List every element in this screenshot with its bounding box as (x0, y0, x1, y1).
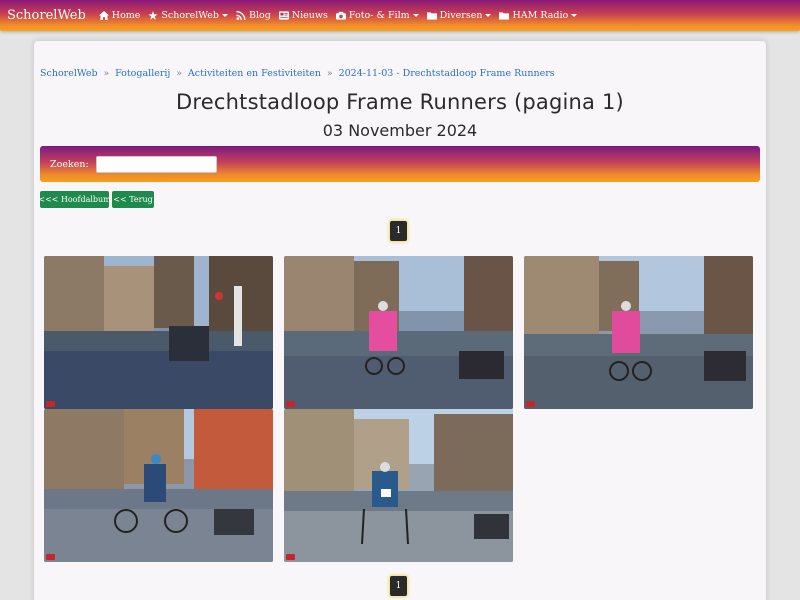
chevron-down-icon (485, 14, 492, 17)
gallery-photo[interactable] (524, 256, 753, 409)
navbar-brand[interactable]: SchorelWeb (7, 8, 86, 23)
folder-icon (499, 12, 510, 20)
nav-nieuws[interactable]: Nieuws (278, 10, 328, 21)
nav-foto-film-label: Foto- & Film (348, 10, 410, 21)
photo-image (284, 409, 513, 562)
rss-icon (236, 11, 246, 20)
chevron-down-icon (571, 14, 578, 17)
chevron-down-icon (412, 14, 419, 17)
nav-diversen-dropdown[interactable]: Diversen (426, 10, 492, 21)
gallery-photo[interactable] (44, 409, 273, 562)
content-card: SchorelWeb » Fotogallerij » Activiteiten… (34, 41, 766, 600)
star-icon (148, 11, 158, 20)
nav-blog-label: Blog (248, 10, 271, 21)
nav-schorelweb-dropdown[interactable]: SchorelWeb (148, 10, 228, 21)
search-bar: Zoeken: (40, 146, 760, 182)
breadcrumb-item-schorelweb[interactable]: SchorelWeb (40, 68, 98, 79)
nav-nieuws-label: Nieuws (291, 10, 328, 21)
nav-home-label: Home (111, 10, 141, 21)
newspaper-icon (278, 11, 289, 20)
pagination-page-1-top[interactable]: 1 (390, 221, 407, 241)
search-input[interactable] (95, 155, 217, 173)
back-button[interactable]: << Terug (112, 191, 154, 208)
photo-badge-icon (46, 401, 55, 407)
breadcrumb-item-album[interactable]: 2024-11-03 - Drechtstadloop Frame Runner… (339, 68, 555, 79)
home-icon (98, 11, 109, 20)
photo-image (44, 256, 273, 409)
pagination-page-1-bottom[interactable]: 1 (390, 576, 407, 596)
page-title: Drechtstadloop Frame Runners (pagina 1) (176, 90, 624, 114)
photo-badge-icon (526, 401, 535, 407)
nav-blog[interactable]: Blog (236, 10, 271, 21)
camera-icon (335, 11, 346, 20)
breadcrumb-separator: » (103, 68, 110, 79)
gallery-photo[interactable] (284, 256, 513, 409)
breadcrumb-separator: » (176, 68, 182, 79)
photo-image (44, 409, 273, 562)
nav-home[interactable]: Home (98, 10, 141, 21)
breadcrumb-item-fotogallerij[interactable]: Fotogallerij (115, 68, 170, 79)
breadcrumb-item-activiteiten[interactable]: Activiteiten en Festiviteiten (188, 68, 321, 79)
gallery-photo[interactable] (44, 256, 273, 409)
main-album-button[interactable]: <<< Hoofdalbum (38, 191, 111, 208)
nav-ham-radio-label: HAM Radio (512, 10, 569, 21)
nav-foto-film-dropdown[interactable]: Foto- & Film (335, 10, 419, 21)
photo-badge-icon (286, 401, 295, 407)
folder-icon (426, 12, 437, 20)
search-label: Zoeken: (50, 158, 89, 170)
photo-badge-icon (46, 554, 55, 560)
chevron-down-icon (221, 14, 228, 17)
gallery-photo[interactable] (284, 409, 513, 562)
nav-diversen-label: Diversen (439, 10, 483, 21)
breadcrumb-separator: » (327, 68, 333, 79)
photo-image (524, 256, 753, 409)
photo-badge-icon (286, 554, 295, 560)
top-navbar: SchorelWeb Home SchorelWeb Blog Nieuws F… (0, 0, 800, 31)
photo-image (284, 256, 513, 409)
breadcrumb: SchorelWeb » Fotogallerij » Activiteiten… (40, 68, 555, 79)
page-date: 03 November 2024 (322, 121, 478, 140)
nav-ham-radio-dropdown[interactable]: HAM Radio (499, 10, 578, 21)
nav-schorelweb-label: SchorelWeb (161, 10, 219, 21)
